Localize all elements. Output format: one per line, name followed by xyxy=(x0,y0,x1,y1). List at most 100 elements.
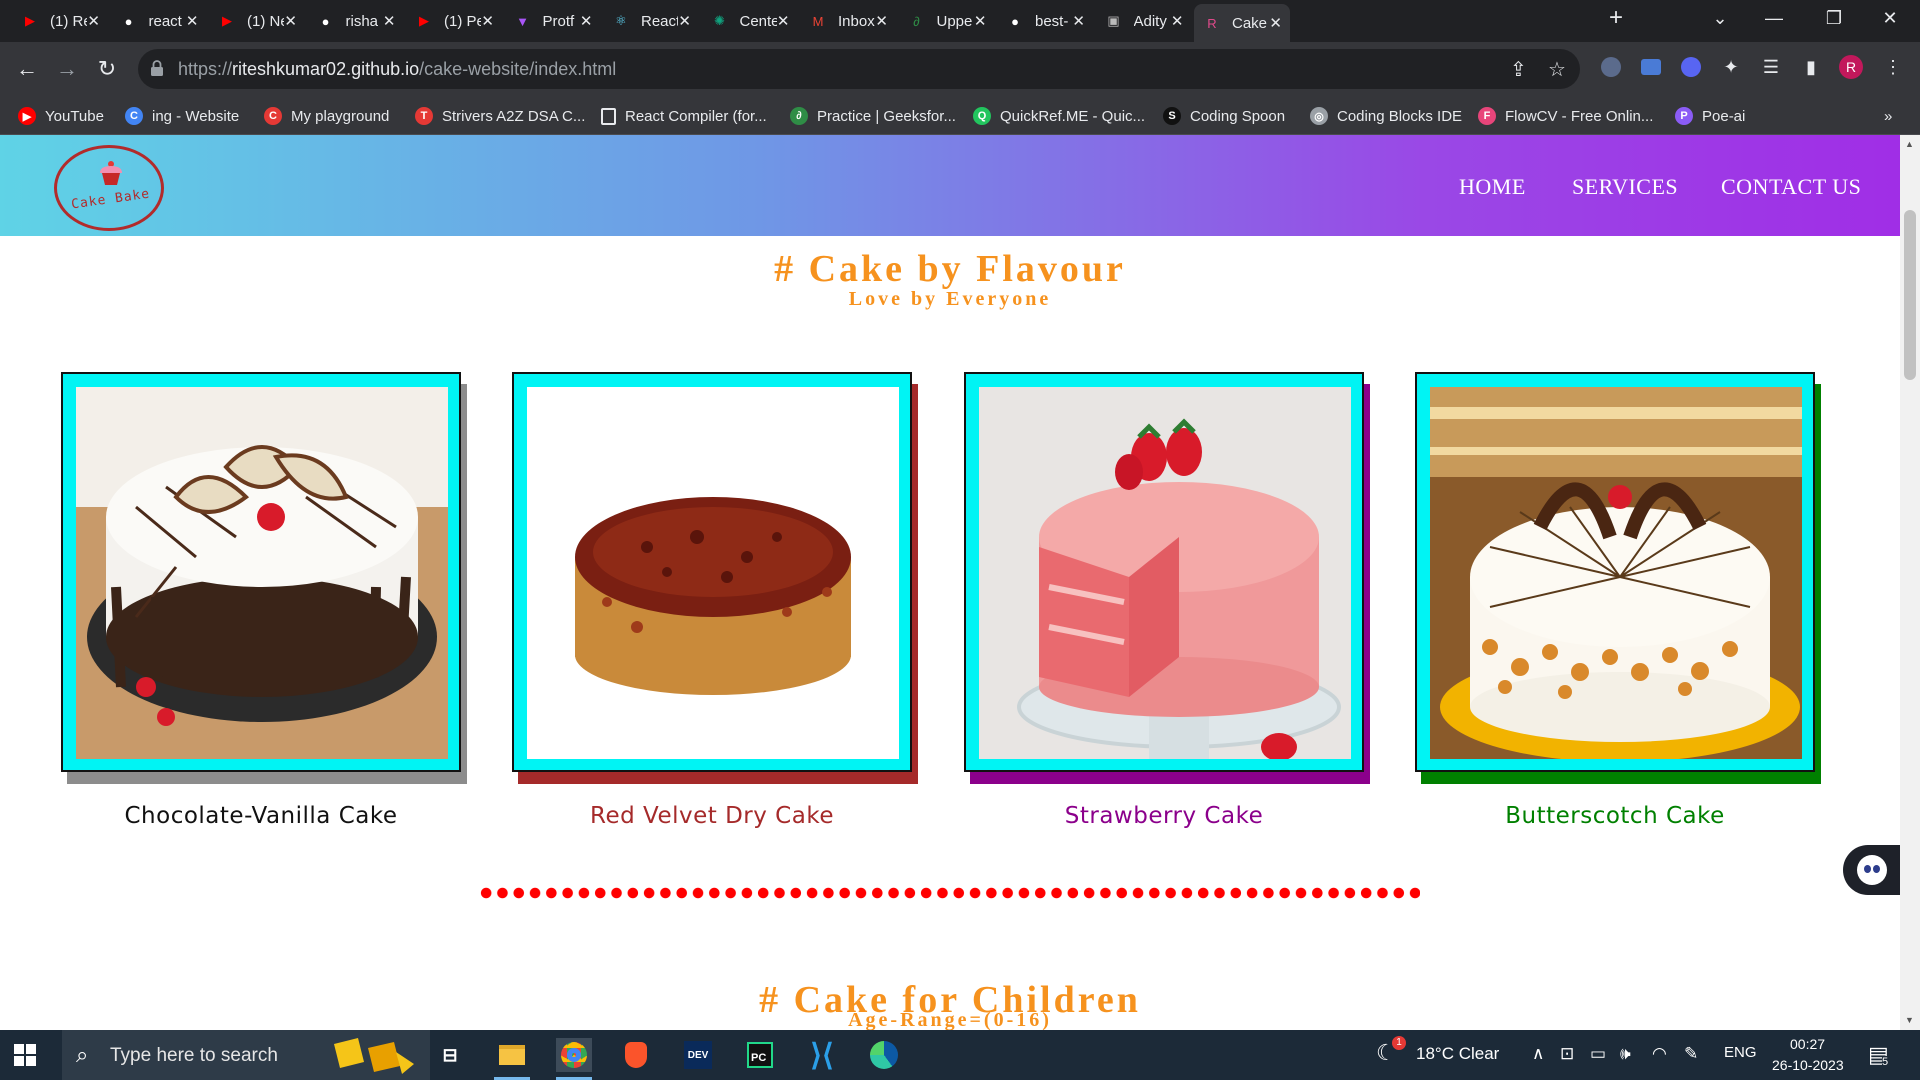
reading-list-icon[interactable]: ☰ xyxy=(1758,54,1784,80)
share-icon[interactable]: ⇪ xyxy=(1510,57,1527,82)
tab-close-icon[interactable]: ✕ xyxy=(383,12,396,30)
new-tab-button[interactable]: + xyxy=(1596,4,1636,32)
cursor-extension-icon[interactable] xyxy=(1598,54,1624,80)
scrollbar-thumb[interactable] xyxy=(1904,210,1916,380)
tab-10[interactable]: ● best- ✕ xyxy=(997,4,1093,38)
browser-tab-strip: ▶(1) Re✕●react✕▶(1) Ne✕●risha✕▶(1) Pe✕▼P… xyxy=(0,0,1920,42)
cake-card-red-velvet[interactable] xyxy=(512,372,918,784)
tab-11[interactable]: ▣ Adity ✕ xyxy=(1096,4,1192,38)
forward-arrow-icon[interactable]: → xyxy=(52,54,82,84)
clock-date[interactable]: 26-10-2023 xyxy=(1772,1057,1844,1073)
bookmark-1[interactable]: Cing - Website xyxy=(125,105,239,127)
nav-contact-us[interactable]: CONTACT US xyxy=(1721,174,1861,200)
tab-close-icon[interactable]: ✕ xyxy=(974,12,987,30)
clock-time[interactable]: 00:27 xyxy=(1790,1036,1825,1052)
show-hidden-icons-icon[interactable]: ∧ xyxy=(1532,1044,1544,1064)
back-arrow-icon[interactable]: ← xyxy=(12,54,42,84)
tab-9[interactable]: ∂ Uppe ✕ xyxy=(899,4,995,38)
bookmark-5[interactable]: ∂ Practice | Geeksfor... xyxy=(790,105,956,127)
tab-3[interactable]: ● risha ✕ xyxy=(308,4,404,38)
tab-search-icon[interactable]: ⌄ xyxy=(1700,8,1740,29)
language-indicator[interactable]: ENG xyxy=(1724,1044,1757,1061)
bookmark-3[interactable]: T Strivers A2Z DSA C... xyxy=(415,105,585,127)
tab-close-icon[interactable]: ✕ xyxy=(875,12,888,30)
file-explorer-icon[interactable] xyxy=(494,1038,530,1080)
pen-icon[interactable]: ✎ xyxy=(1684,1044,1698,1064)
tab-close-icon[interactable]: ✕ xyxy=(1269,14,1282,32)
tab-7[interactable]: ✺ Cente ✕ xyxy=(702,4,798,38)
github-icon: ● xyxy=(1011,13,1019,29)
bookmark-6[interactable]: Q QuickRef.ME - Quic... xyxy=(973,105,1145,127)
tab-12[interactable]: R Cake ✕ xyxy=(1194,4,1290,42)
chrome-menu-icon[interactable]: ⋮ xyxy=(1880,54,1906,80)
reload-icon[interactable]: ↻ xyxy=(92,54,122,84)
tab-close-icon[interactable]: ✕ xyxy=(1171,12,1184,30)
github-icon: ● xyxy=(321,13,330,29)
cake-card-chocolate-vanilla[interactable] xyxy=(61,372,467,784)
restore-icon[interactable]: ❐ xyxy=(1814,8,1854,29)
tab-close-icon[interactable]: ✕ xyxy=(777,12,790,30)
tab-5[interactable]: ▼ Protf ✕ xyxy=(505,4,601,38)
page-scrollbar[interactable]: ▲ ▼ xyxy=(1900,135,1920,1030)
tab-close-icon[interactable]: ✕ xyxy=(1072,12,1085,30)
vscode-taskbar-icon[interactable]: ⟩⟨ xyxy=(804,1038,840,1072)
network-adapter-icon[interactable]: ⊡ xyxy=(1560,1044,1574,1064)
bookmark-8[interactable]: ◎ Coding Blocks IDE xyxy=(1310,105,1462,127)
close-window-icon[interactable]: ✕ xyxy=(1870,8,1910,29)
wifi-icon[interactable]: ◠ xyxy=(1652,1044,1667,1064)
bookmark-10[interactable]: P Poe-ai xyxy=(1675,105,1745,127)
profile-avatar[interactable]: R xyxy=(1838,54,1864,80)
weather-text[interactable]: 18°C Clear xyxy=(1416,1044,1499,1064)
chrome-taskbar-icon[interactable] xyxy=(556,1038,592,1080)
tab-title: React xyxy=(641,12,679,30)
cake-card-strawberry[interactable] xyxy=(964,372,1370,784)
cake-card-butterscotch[interactable] xyxy=(1415,372,1821,784)
tab-close-icon[interactable]: ✕ xyxy=(87,12,100,30)
tabs-extension-icon[interactable] xyxy=(1638,54,1664,80)
nav-services[interactable]: SERVICES xyxy=(1572,174,1678,200)
bookmark-label: React Compiler (for... xyxy=(625,107,767,125)
devdocs-taskbar-icon[interactable]: DEV xyxy=(680,1038,716,1072)
taskbar-search-box[interactable]: ⌕ Type here to search xyxy=(62,1030,430,1080)
url-text[interactable]: https://riteshkumar02.github.io/cake-web… xyxy=(178,59,616,80)
extensions-puzzle-icon[interactable]: ✦ xyxy=(1718,54,1744,80)
cupcake-icon xyxy=(100,161,122,185)
pycharm-taskbar-icon[interactable]: PC xyxy=(742,1038,778,1072)
volume-icon[interactable]: 🕪 xyxy=(1620,1044,1631,1064)
bookmark-0[interactable]: ▶ YouTube xyxy=(18,105,104,127)
more-bookmarks-icon[interactable]: » xyxy=(1884,105,1892,127)
minimize-icon[interactable]: — xyxy=(1754,8,1794,29)
scroll-down-arrow-icon[interactable]: ▼ xyxy=(1905,1015,1914,1025)
windows-start-icon[interactable] xyxy=(14,1044,36,1066)
tab-6[interactable]: ⚛ React ✕ xyxy=(603,4,699,38)
bookmark-7[interactable]: S Coding Spoon xyxy=(1163,105,1285,127)
discord-extension-icon[interactable] xyxy=(1678,54,1704,80)
strawberry-cake-image xyxy=(979,387,1351,759)
bookmark-star-icon[interactable]: ☆ xyxy=(1548,57,1566,82)
tab-close-icon[interactable]: ✕ xyxy=(678,12,691,30)
tab-close-icon[interactable]: ✕ xyxy=(580,12,593,30)
tab-close-icon[interactable]: ✕ xyxy=(186,12,199,30)
youtube-icon: ▶ xyxy=(419,13,429,28)
tab-close-icon[interactable]: ✕ xyxy=(481,12,494,30)
tab-8[interactable]: M Inbox ✕ xyxy=(800,4,896,38)
chatbot-widget-button[interactable] xyxy=(1843,845,1903,895)
battery-icon[interactable]: ▭ xyxy=(1590,1044,1606,1064)
cake-bake-logo[interactable]: Cake Bake xyxy=(54,145,164,231)
tab-0[interactable]: ▶ (1) Re✕ xyxy=(12,4,108,38)
tab-2[interactable]: ▶ (1) Ne✕ xyxy=(209,4,305,38)
side-panel-icon[interactable]: ▮ xyxy=(1798,54,1824,80)
tab-close-icon[interactable]: ✕ xyxy=(284,12,297,30)
tab-4[interactable]: ▶ (1) Pe ✕ xyxy=(406,4,502,38)
card-frame xyxy=(1415,372,1815,772)
address-bar[interactable]: https://riteshkumar02.github.io/cake-web… xyxy=(138,49,1580,89)
task-view-icon[interactable]: ⊟ xyxy=(432,1038,468,1072)
edge-taskbar-icon[interactable] xyxy=(866,1038,902,1072)
nav-home[interactable]: HOME xyxy=(1459,174,1526,200)
bookmark-9[interactable]: F FlowCV - Free Onlin... xyxy=(1478,105,1653,127)
bookmark-2[interactable]: C My playground xyxy=(264,105,389,127)
bookmark-4[interactable]: React Compiler (for... xyxy=(601,105,767,127)
tab-1[interactable]: ● react ✕ xyxy=(111,4,207,38)
brave-taskbar-icon[interactable] xyxy=(618,1038,654,1072)
scroll-up-arrow-icon[interactable]: ▲ xyxy=(1905,139,1914,149)
